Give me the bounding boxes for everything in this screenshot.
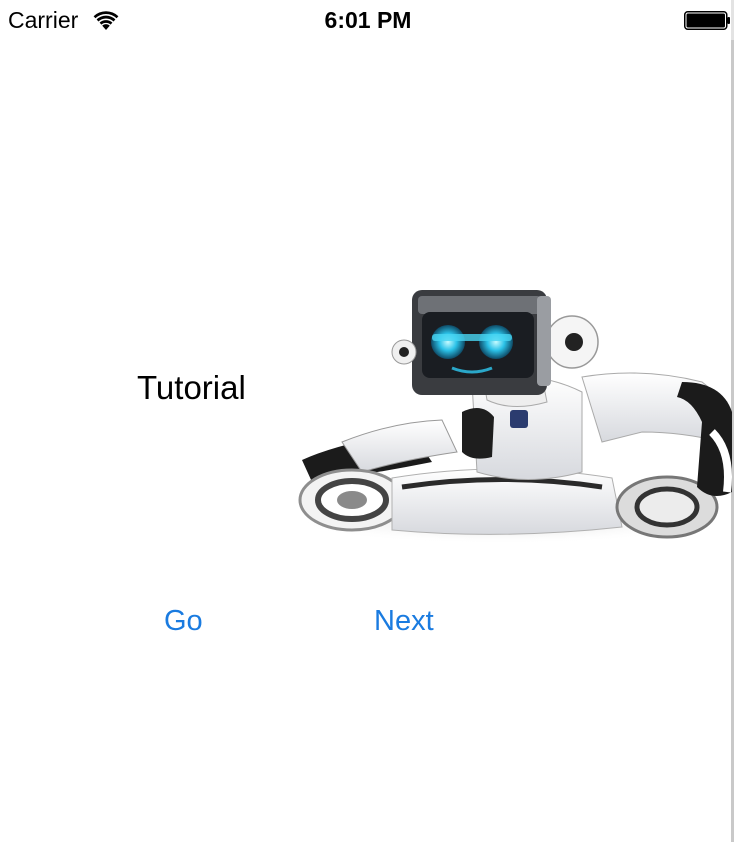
status-time: 6:01 PM [324,7,412,33]
scroll-edge-top [731,0,734,40]
screen: Carrier 6:01 PM Tutorial Go Next [0,0,736,842]
tutorial-label: Tutorial [137,369,246,406]
go-button[interactable]: Go [164,605,203,638]
status-bar: Carrier 6:01 PM [0,0,736,40]
next-button[interactable]: Next [374,605,434,638]
battery-icon [684,11,730,30]
robot-image [292,290,732,544]
